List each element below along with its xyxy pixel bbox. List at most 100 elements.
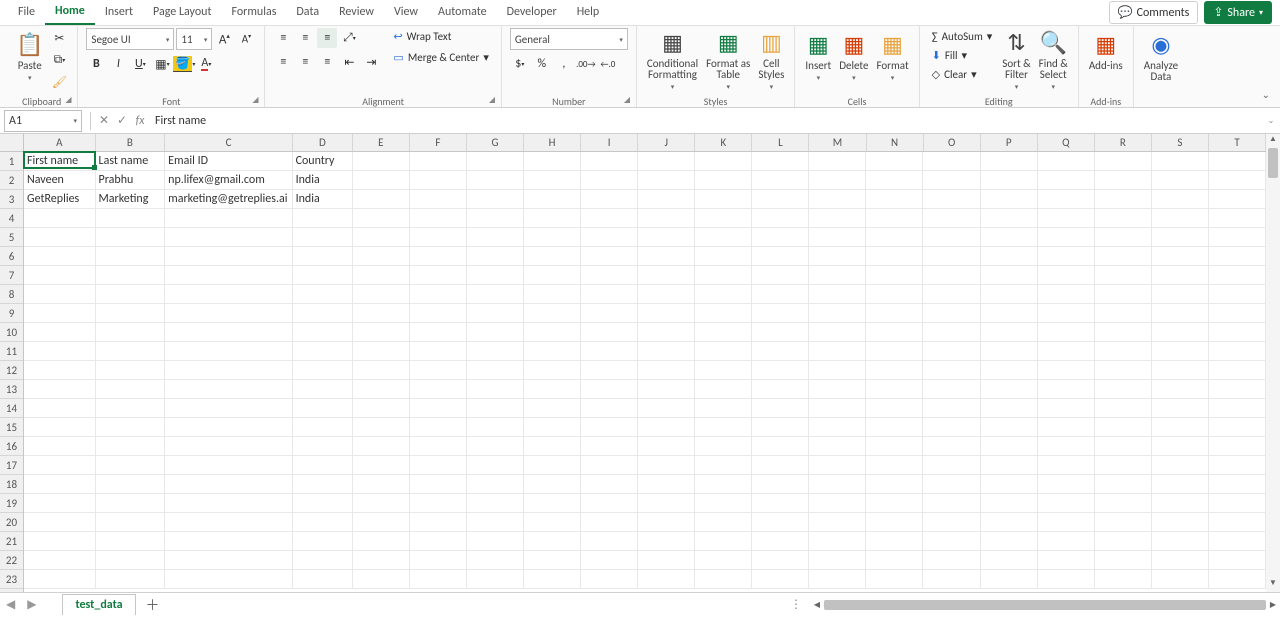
cell-R8[interactable] [1095,285,1152,304]
cell-N11[interactable] [866,342,923,361]
cell-K9[interactable] [695,304,752,323]
cell-T15[interactable] [1209,418,1266,437]
cell-M5[interactable] [809,228,866,247]
cell-I14[interactable] [581,399,638,418]
comma-format-button[interactable]: , [554,54,574,74]
cell-Q10[interactable] [1038,323,1095,342]
column-header-K[interactable]: K [695,134,752,151]
cell-C15[interactable] [165,418,292,437]
cell-R9[interactable] [1095,304,1152,323]
row-header-22[interactable]: 22 [0,551,23,570]
cell-R7[interactable] [1095,266,1152,285]
cell-E15[interactable] [353,418,410,437]
cell-J17[interactable] [638,456,695,475]
cells-area[interactable]: First nameLast nameEmail IDCountryNaveen… [24,152,1266,592]
cell-O17[interactable] [923,456,980,475]
cell-O2[interactable] [923,171,980,190]
insert-function-button[interactable]: fx [131,112,149,130]
cell-S2[interactable] [1152,171,1209,190]
tab-insert[interactable]: Insert [95,2,143,24]
cell-S1[interactable] [1152,152,1209,171]
cell-M14[interactable] [809,399,866,418]
cell-G5[interactable] [467,228,524,247]
cell-F1[interactable] [410,152,467,171]
cell-O10[interactable] [923,323,980,342]
cell-D8[interactable] [293,285,353,304]
cell-P2[interactable] [981,171,1038,190]
cell-N10[interactable] [866,323,923,342]
cell-B15[interactable] [96,418,166,437]
cell-F19[interactable] [410,494,467,513]
cell-S8[interactable] [1152,285,1209,304]
cell-K10[interactable] [695,323,752,342]
cell-P14[interactable] [981,399,1038,418]
cell-R23[interactable] [1095,570,1152,589]
cell-A15[interactable] [24,418,96,437]
cell-M12[interactable] [809,361,866,380]
cell-B22[interactable] [96,551,166,570]
cell-G3[interactable] [467,190,524,209]
cell-Q1[interactable] [1038,152,1095,171]
cell-I23[interactable] [581,570,638,589]
cell-D19[interactable] [293,494,353,513]
tab-home[interactable]: Home [45,1,95,25]
row-header-15[interactable]: 15 [0,418,23,437]
cell-G8[interactable] [467,285,524,304]
cell-A7[interactable] [24,266,96,285]
cell-E1[interactable] [353,152,410,171]
cell-P18[interactable] [981,475,1038,494]
cell-G16[interactable] [467,437,524,456]
cell-D21[interactable] [293,532,353,551]
find-select-button[interactable]: 🔍 Find & Select ▾ [1035,26,1072,93]
format-cells-button[interactable]: ▦ Format ▾ [872,28,912,84]
cell-C19[interactable] [165,494,292,513]
row-header-5[interactable]: 5 [0,228,23,247]
cell-G7[interactable] [467,266,524,285]
cell-S18[interactable] [1152,475,1209,494]
cell-C10[interactable] [165,323,292,342]
cell-B9[interactable] [96,304,166,323]
cell-K8[interactable] [695,285,752,304]
cell-R3[interactable] [1095,190,1152,209]
cell-H3[interactable] [524,190,581,209]
cell-J5[interactable] [638,228,695,247]
cell-O21[interactable] [923,532,980,551]
tab-view[interactable]: View [384,2,428,24]
cell-S9[interactable] [1152,304,1209,323]
cell-L16[interactable] [752,437,809,456]
cell-G21[interactable] [467,532,524,551]
cell-T10[interactable] [1209,323,1266,342]
cell-J10[interactable] [638,323,695,342]
cell-H10[interactable] [524,323,581,342]
column-header-H[interactable]: H [524,134,581,151]
scroll-up-button[interactable]: ▲ [1266,134,1280,148]
cell-H13[interactable] [524,380,581,399]
cell-N2[interactable] [866,171,923,190]
cell-H18[interactable] [524,475,581,494]
cell-K6[interactable] [695,247,752,266]
fill-button[interactable]: ⬇ Fill ▾ [928,47,997,64]
horizontal-scroll-thumb[interactable] [824,600,1266,610]
cell-E8[interactable] [353,285,410,304]
cell-N17[interactable] [866,456,923,475]
cell-Q19[interactable] [1038,494,1095,513]
cell-L14[interactable] [752,399,809,418]
scroll-right-button[interactable]: ▶ [1266,600,1280,610]
cell-K13[interactable] [695,380,752,399]
cell-I18[interactable] [581,475,638,494]
cell-L17[interactable] [752,456,809,475]
cell-E18[interactable] [353,475,410,494]
cell-N23[interactable] [866,570,923,589]
cell-H16[interactable] [524,437,581,456]
cell-T18[interactable] [1209,475,1266,494]
cell-M11[interactable] [809,342,866,361]
cell-R13[interactable] [1095,380,1152,399]
cell-P11[interactable] [981,342,1038,361]
cell-J9[interactable] [638,304,695,323]
cell-B17[interactable] [96,456,166,475]
cell-G12[interactable] [467,361,524,380]
cell-D10[interactable] [293,323,353,342]
column-header-C[interactable]: C [165,134,293,151]
cell-S10[interactable] [1152,323,1209,342]
cell-G13[interactable] [467,380,524,399]
